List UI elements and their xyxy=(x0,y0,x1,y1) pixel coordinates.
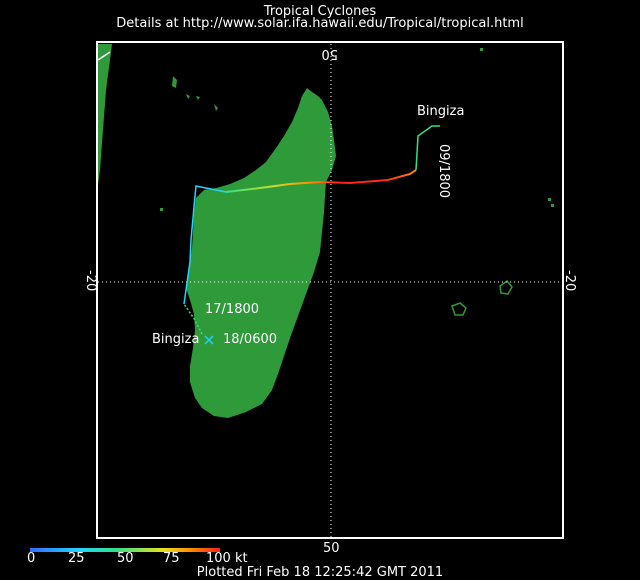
small-island xyxy=(160,208,163,211)
small-island xyxy=(548,198,551,201)
lon-label-bottom: 50 xyxy=(323,541,340,556)
map-frame xyxy=(96,41,564,539)
reunion-island xyxy=(451,302,467,316)
legend-tick: 100 kt xyxy=(206,551,248,566)
lon-label-top: 50 xyxy=(321,46,338,61)
legend-tick: 0 xyxy=(27,551,36,566)
storm-label-end: 18/0600 xyxy=(223,332,277,347)
comoros-island xyxy=(196,96,200,100)
comoros-island xyxy=(214,104,218,111)
lat-label-right: -20 xyxy=(562,270,577,291)
plotted-timestamp: Plotted Fri Feb 18 12:25:42 GMT 2011 xyxy=(196,565,444,580)
lat-label-left: -20 xyxy=(83,270,98,291)
storm-label-start: 09/1800 xyxy=(436,144,451,198)
storm-name-start: Bingiza xyxy=(417,104,464,119)
legend-tick: 25 xyxy=(68,551,85,566)
cyclone-map: Bingiza 09/1800 17/1800 Bingiza 18/0600 … xyxy=(30,41,577,556)
legend-tick: 50 xyxy=(117,551,134,566)
comoros-island xyxy=(172,76,177,88)
legend-tick: 75 xyxy=(163,551,180,566)
mauritius-island xyxy=(499,279,513,295)
storm-name-end: Bingiza xyxy=(152,332,199,347)
small-island xyxy=(551,204,554,207)
madagascar-island xyxy=(186,88,336,418)
small-island xyxy=(480,48,483,51)
storm-label-mid: 17/1800 xyxy=(205,302,259,317)
comoros-island xyxy=(186,94,190,99)
africa-coast xyxy=(98,44,112,185)
